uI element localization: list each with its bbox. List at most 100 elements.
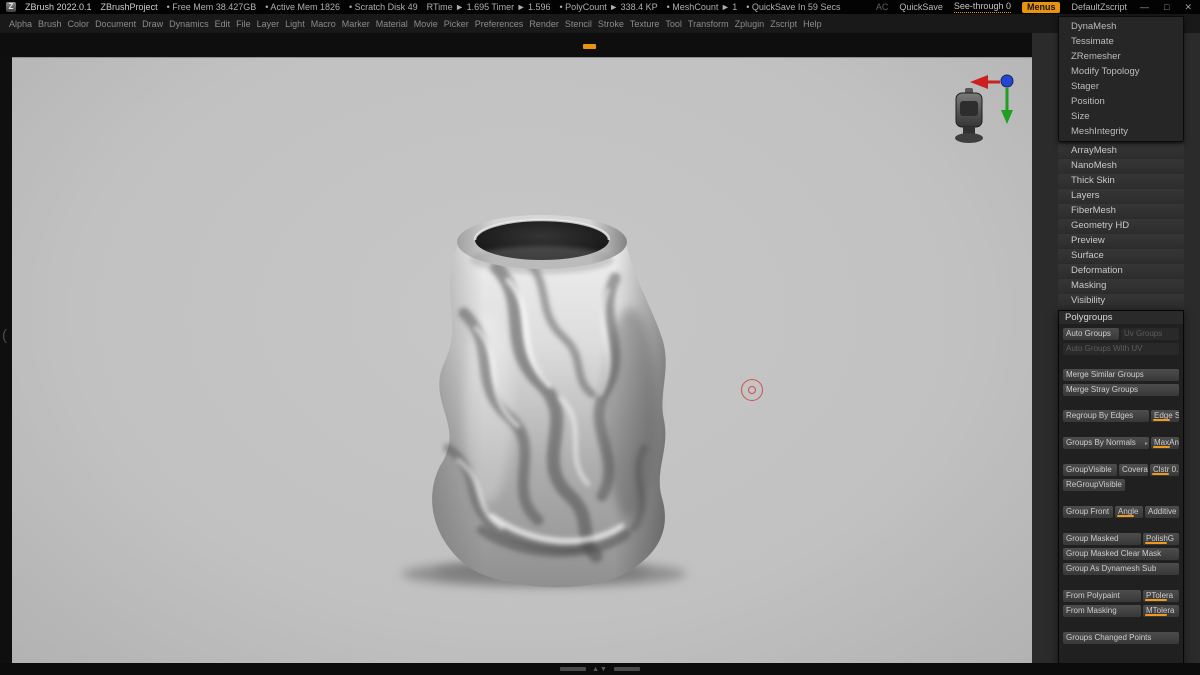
bottom-scrollbar-left[interactable] bbox=[560, 667, 587, 671]
menu-item-picker[interactable]: Picker bbox=[441, 19, 472, 29]
menu-item-dynamics[interactable]: Dynamics bbox=[166, 19, 212, 29]
geometry-item-stager[interactable]: Stager bbox=[1059, 79, 1183, 94]
palette-section-thick-skin[interactable]: Thick Skin bbox=[1058, 174, 1184, 188]
palette-section-surface[interactable]: Surface bbox=[1058, 249, 1184, 263]
palette-section-masking[interactable]: Masking bbox=[1058, 279, 1184, 293]
menu-item-stroke[interactable]: Stroke bbox=[595, 19, 627, 29]
polygroups-button-merge-stray-groups[interactable]: Merge Stray Groups bbox=[1063, 384, 1179, 396]
slider-indicator[interactable] bbox=[1145, 614, 1167, 616]
menu-item-file[interactable]: File bbox=[233, 19, 254, 29]
polygroups-button-merge-similar-groups[interactable]: Merge Similar Groups bbox=[1063, 369, 1179, 381]
polygroups-button-clstr-0[interactable]: Clstr 0. bbox=[1150, 464, 1179, 476]
axis-gizmo-icon[interactable] bbox=[964, 68, 1028, 126]
default-zscript-button[interactable]: DefaultZscript bbox=[1071, 2, 1127, 12]
maximize-icon[interactable]: □ bbox=[1162, 2, 1171, 12]
slider-indicator[interactable] bbox=[1153, 446, 1170, 448]
polygroups-button-edge-se[interactable]: Edge Se bbox=[1151, 410, 1179, 422]
menus-toggle-button[interactable]: Menus bbox=[1021, 1, 1061, 13]
palette-section-deformation[interactable]: Deformation bbox=[1058, 264, 1184, 278]
menu-item-brush[interactable]: Brush bbox=[35, 19, 65, 29]
geometry-item-meshintegrity[interactable]: MeshIntegrity bbox=[1059, 124, 1183, 139]
see-through-slider[interactable]: See-through 0 bbox=[953, 1, 1011, 13]
menu-item-transform[interactable]: Transform bbox=[685, 19, 732, 29]
menu-item-draw[interactable]: Draw bbox=[139, 19, 166, 29]
polygroups-button-groupvisible[interactable]: GroupVisible bbox=[1063, 464, 1117, 476]
menu-item-preferences[interactable]: Preferences bbox=[472, 19, 527, 29]
status-stat-active-mem-1826: • Active Mem 1826 bbox=[265, 2, 340, 12]
menu-item-zplugin[interactable]: Zplugin bbox=[732, 19, 768, 29]
menu-item-macro[interactable]: Macro bbox=[308, 19, 339, 29]
polygroups-button-group-masked-clear-mask[interactable]: Group Masked Clear Mask bbox=[1063, 548, 1179, 560]
menu-item-render[interactable]: Render bbox=[526, 19, 562, 29]
palette-section-preview[interactable]: Preview bbox=[1058, 234, 1184, 248]
minimize-icon[interactable]: — bbox=[1138, 2, 1151, 12]
menu-item-movie[interactable]: Movie bbox=[411, 19, 441, 29]
slider-indicator[interactable] bbox=[1152, 473, 1170, 475]
divider-handle[interactable] bbox=[583, 44, 596, 49]
polygroups-button-group-masked[interactable]: Group Masked bbox=[1063, 533, 1141, 545]
geometry-item-dynamesh[interactable]: DynaMesh bbox=[1059, 19, 1183, 34]
palette-section-nanomesh[interactable]: NanoMesh bbox=[1058, 159, 1184, 173]
polygroups-button-from-masking[interactable]: From Masking bbox=[1063, 605, 1141, 617]
polygroups-row: Groups Changed Points bbox=[1063, 632, 1179, 644]
status-stat-scratch-disk-49: • Scratch Disk 49 bbox=[348, 2, 418, 12]
canvas-zoom-arrows-icon[interactable]: ▲▼ bbox=[592, 666, 608, 673]
polygroups-button-polishg[interactable]: PolishG bbox=[1143, 533, 1179, 545]
palette-section-layers[interactable]: Layers bbox=[1058, 189, 1184, 203]
geometry-item-position[interactable]: Position bbox=[1059, 94, 1183, 109]
bottom-scrollbar-right[interactable] bbox=[613, 667, 640, 671]
menu-item-texture[interactable]: Texture bbox=[627, 19, 663, 29]
palette-section-geometry-hd[interactable]: Geometry HD bbox=[1058, 219, 1184, 233]
bottom-bar: ▲▼ bbox=[0, 663, 1200, 675]
polygroups-button-ptolera[interactable]: PTolera bbox=[1143, 590, 1179, 602]
polygroups-button-groups-changed-points[interactable]: Groups Changed Points bbox=[1063, 632, 1179, 644]
polygroups-button-maxang[interactable]: MaxAng bbox=[1151, 437, 1179, 449]
menu-item-help[interactable]: Help bbox=[800, 19, 825, 29]
palette-section-arraymesh[interactable]: ArrayMesh bbox=[1058, 144, 1184, 158]
menu-item-alpha[interactable]: Alpha bbox=[6, 19, 35, 29]
vase-model[interactable] bbox=[372, 198, 712, 598]
geometry-item-zremesher[interactable]: ZRemesher bbox=[1059, 49, 1183, 64]
polygroups-button-from-polypaint[interactable]: From Polypaint bbox=[1063, 590, 1141, 602]
polygroups-row: Group Front Angle Additive bbox=[1063, 506, 1179, 518]
slider-indicator[interactable] bbox=[1153, 419, 1170, 421]
menu-item-marker[interactable]: Marker bbox=[339, 19, 373, 29]
brush-cursor-dot bbox=[748, 386, 756, 394]
document-canvas[interactable] bbox=[12, 57, 1032, 663]
geometry-item-size[interactable]: Size bbox=[1059, 109, 1183, 124]
polygroups-button-groups-by-normals[interactable]: Groups By Normals ▸ bbox=[1063, 437, 1149, 449]
geometry-item-tessimate[interactable]: Tessimate bbox=[1059, 34, 1183, 49]
slider-indicator[interactable] bbox=[1145, 599, 1167, 601]
geometry-item-modify-topology[interactable]: Modify Topology bbox=[1059, 64, 1183, 79]
menu-item-light[interactable]: Light bbox=[282, 19, 308, 29]
quicksave-button[interactable]: QuickSave bbox=[899, 2, 943, 12]
slider-indicator[interactable] bbox=[1145, 542, 1167, 544]
menu-item-zscript[interactable]: Zscript bbox=[767, 19, 800, 29]
menu-item-document[interactable]: Document bbox=[92, 19, 139, 29]
polygroups-button-regroupvisible[interactable]: ReGroupVisible bbox=[1063, 479, 1125, 491]
polygroups-button-covera[interactable]: Covera bbox=[1119, 464, 1148, 476]
polygroups-button-auto-groups[interactable]: Auto Groups bbox=[1063, 328, 1119, 340]
polygroups-button-regroup-by-edges[interactable]: Regroup By Edges bbox=[1063, 410, 1149, 422]
project-name[interactable]: ZBrushProject bbox=[101, 2, 158, 12]
menu-item-tool[interactable]: Tool bbox=[662, 19, 685, 29]
brush-cursor-ring bbox=[741, 379, 763, 401]
slider-indicator[interactable] bbox=[1117, 515, 1134, 517]
menu-item-color[interactable]: Color bbox=[65, 19, 93, 29]
palette-section-fibermesh[interactable]: FiberMesh bbox=[1058, 204, 1184, 218]
polygroups-button-additive[interactable]: Additive bbox=[1145, 506, 1179, 518]
polygroups-button-mtolera[interactable]: MTolera bbox=[1143, 605, 1179, 617]
canvas-scroll-left[interactable]: ( bbox=[2, 328, 7, 343]
app-title: ZBrush 2022.0.1 bbox=[25, 2, 92, 12]
menu-item-edit[interactable]: Edit bbox=[212, 19, 234, 29]
menu-item-layer[interactable]: Layer bbox=[254, 19, 283, 29]
document-band bbox=[0, 33, 1200, 57]
polygroups-button-group-as-dynamesh-sub[interactable]: Group As Dynamesh Sub bbox=[1063, 563, 1179, 575]
menu-item-material[interactable]: Material bbox=[373, 19, 411, 29]
menu-item-stencil[interactable]: Stencil bbox=[562, 19, 595, 29]
polygroups-panel-title[interactable]: Polygroups bbox=[1059, 311, 1183, 324]
polygroups-button-group-front[interactable]: Group Front bbox=[1063, 506, 1113, 518]
close-icon[interactable]: ✕ bbox=[1182, 2, 1194, 13]
palette-section-visibility[interactable]: Visibility bbox=[1058, 294, 1184, 308]
polygroups-button-angle[interactable]: Angle bbox=[1115, 506, 1143, 518]
